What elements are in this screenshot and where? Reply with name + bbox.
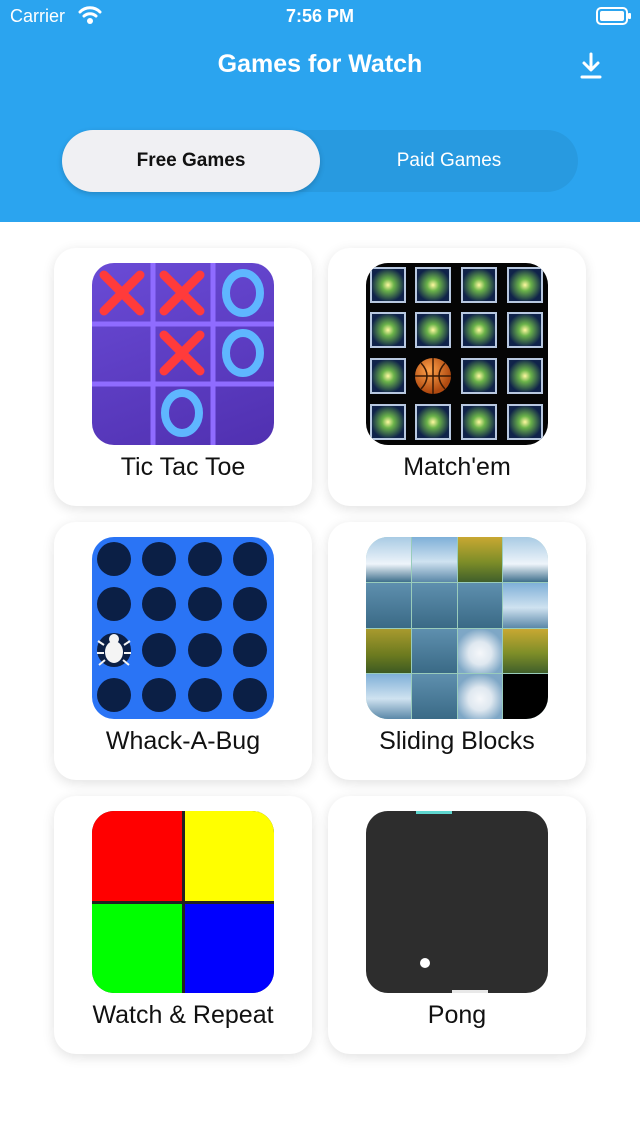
blue-quadrant	[184, 903, 274, 993]
game-card-sliding-blocks[interactable]: Sliding Blocks	[328, 522, 586, 780]
game-card-watch-and-repeat[interactable]: Watch & Repeat	[54, 796, 312, 1054]
game-card-whack-a-bug[interactable]: Whack-A-Bug	[54, 522, 312, 780]
game-title: Tic Tac Toe	[120, 453, 246, 481]
status-time: 7:56 PM	[285, 6, 355, 26]
yellow-quadrant	[184, 811, 274, 901]
battery-icon	[596, 7, 631, 25]
game-type-segmented-control: Free Games Paid Games	[62, 130, 578, 192]
pong-icon	[366, 811, 548, 993]
tab-paid-games[interactable]: Paid Games	[320, 130, 578, 192]
game-title: Watch & Repeat	[92, 1001, 274, 1029]
watch-and-repeat-icon	[92, 811, 274, 993]
top-paddle	[416, 811, 452, 814]
game-card-tic-tac-toe[interactable]: Tic Tac Toe	[54, 248, 312, 506]
green-quadrant	[92, 903, 182, 993]
ball	[420, 958, 430, 968]
game-title: Pong	[427, 1001, 487, 1029]
red-quadrant	[92, 811, 182, 901]
status-bar: Carrier 7:56 PM	[0, 0, 640, 34]
game-title: Match'em	[403, 453, 511, 481]
header-bar: Carrier 7:56 PM Games for Watch Free Gam…	[0, 0, 640, 222]
page-title: Games for Watch	[217, 50, 423, 78]
bottom-paddle	[452, 990, 488, 993]
game-title: Sliding Blocks	[379, 727, 535, 755]
whack-a-bug-icon	[92, 537, 274, 719]
sliding-blocks-icon	[366, 537, 548, 719]
game-title: Whack-A-Bug	[105, 727, 261, 755]
tic-tac-toe-icon	[92, 263, 274, 445]
download-icon[interactable]	[576, 50, 606, 82]
game-card-pong[interactable]: Pong	[328, 796, 586, 1054]
tab-free-games[interactable]: Free Games	[62, 130, 320, 192]
match-em-icon	[366, 263, 548, 445]
game-card-match-em[interactable]: Match'em	[328, 248, 586, 506]
